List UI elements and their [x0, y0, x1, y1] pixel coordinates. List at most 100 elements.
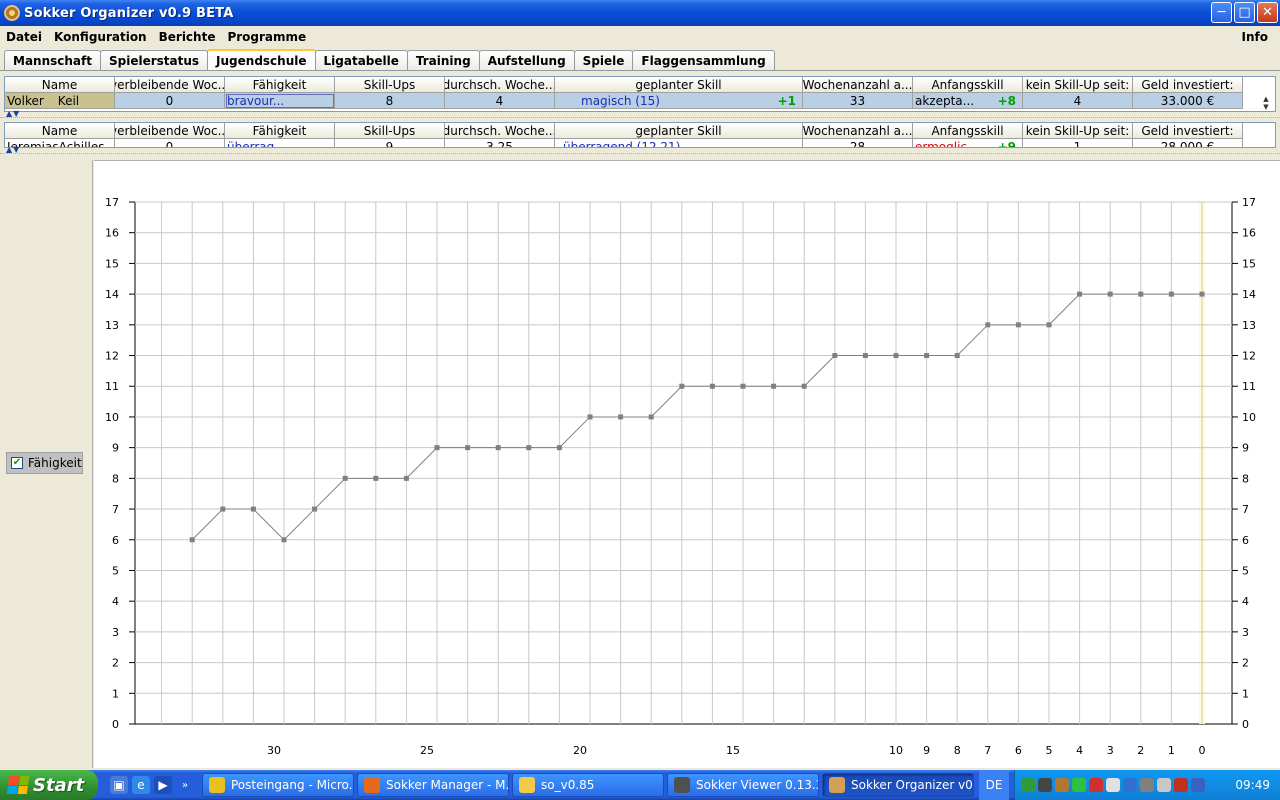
start-skill-cell[interactable]: akzepta... +8 — [913, 93, 1023, 109]
menu-info[interactable]: Info — [1236, 30, 1274, 44]
splitter-1[interactable]: ▲▼ — [0, 109, 1280, 118]
task-sokker-viewer[interactable]: Sokker Viewer 0.13.3 — [667, 773, 819, 797]
start-skill-value: akzepta... — [915, 93, 975, 108]
tab-training[interactable]: Training — [406, 50, 480, 70]
start-button[interactable]: Start — [0, 770, 98, 800]
menu-konfiguration[interactable]: Konfiguration — [48, 30, 153, 44]
task-sokker-organizer[interactable]: Sokker Organizer v0... — [822, 773, 974, 797]
splitter-2[interactable]: ▲▼ — [0, 145, 1280, 154]
menu-datei[interactable]: Datei — [0, 30, 48, 44]
table-row[interactable]: Volker Keil 0 bravour... 8 4 magisch (15… — [5, 93, 1275, 109]
splitter-arrows-icon[interactable]: ▲▼ — [6, 145, 20, 154]
minimize-button[interactable]: ─ — [1211, 2, 1232, 23]
col-header-weeks-left[interactable]: verbleibende Woc... — [115, 123, 225, 139]
table-scroll-arrows[interactable]: ▲ ▼ — [1259, 95, 1273, 111]
col-header-money[interactable]: Geld investiert: — [1133, 123, 1243, 139]
col-header-avg-weeks[interactable]: durchsch. Woche... — [445, 123, 555, 139]
y-tick-label-right: 14 — [1242, 288, 1256, 301]
tray-app-icon[interactable] — [1038, 778, 1052, 792]
tab-jugendschule[interactable]: Jugendschule — [207, 49, 316, 70]
data-point — [434, 445, 440, 451]
language-indicator[interactable]: DE — [979, 770, 1009, 800]
network-icon[interactable] — [1191, 778, 1205, 792]
splitter-arrows-icon[interactable]: ▲▼ — [6, 109, 20, 118]
skill-ups-cell[interactable]: 8 — [335, 93, 445, 109]
col-header-name[interactable]: Name — [5, 77, 115, 93]
weeks-count-cell[interactable]: 28 — [803, 139, 913, 147]
player-last-name: Keil — [57, 93, 80, 108]
maximize-button[interactable]: □ — [1234, 2, 1255, 23]
tray-app-icon[interactable] — [1072, 778, 1086, 792]
tray-app-icon[interactable] — [1055, 778, 1069, 792]
tab-ligatabelle[interactable]: Ligatabelle — [314, 50, 408, 70]
tray-app-icon[interactable] — [1089, 778, 1103, 792]
task-folder[interactable]: so_v0.85 — [512, 773, 664, 797]
close-button[interactable]: ✕ — [1257, 2, 1278, 23]
internet-explorer-icon[interactable]: e — [132, 776, 150, 794]
avg-weeks-cell[interactable]: 4 — [445, 93, 555, 109]
player-name-cell[interactable]: Jeremias Achilles — [5, 139, 115, 147]
checkmark-icon[interactable]: ✔ — [11, 457, 23, 469]
money-cell[interactable]: 33.000 € — [1133, 93, 1243, 109]
menu-berichte[interactable]: Berichte — [153, 30, 222, 44]
chevron-right-icon[interactable]: » — [176, 776, 194, 794]
col-header-skill-ups[interactable]: Skill-Ups — [335, 77, 445, 93]
weeks-count-cell[interactable]: 33 — [803, 93, 913, 109]
weeks-left-cell[interactable]: 0 — [115, 93, 225, 109]
y-tick-label-right: 5 — [1242, 564, 1249, 577]
skill-cell[interactable]: bravour... — [225, 93, 335, 109]
col-header-avg-weeks[interactable]: durchsch. Woche... — [445, 77, 555, 93]
player-name-cell[interactable]: Volker Keil — [5, 93, 115, 109]
col-header-skill[interactable]: Fähigkeit — [225, 123, 335, 139]
col-header-skill-ups[interactable]: Skill-Ups — [335, 123, 445, 139]
tab-flaggensammlung[interactable]: Flaggensammlung — [632, 50, 775, 70]
table-row[interactable]: Jeremias Achilles 0 überrag... 9 3,25 üb… — [5, 139, 1275, 147]
avg-weeks-cell[interactable]: 3,25 — [445, 139, 555, 147]
col-header-start-skill[interactable]: Anfangsskill — [913, 123, 1023, 139]
start-skill-cell[interactable]: ermoglic... +9 — [913, 139, 1023, 147]
tray-app-icon[interactable] — [1174, 778, 1188, 792]
col-header-no-skillup[interactable]: kein Skill-Up seit: — [1023, 77, 1133, 93]
data-point — [1077, 291, 1083, 297]
tab-aufstellung[interactable]: Aufstellung — [478, 50, 575, 70]
y-tick-label-right: 8 — [1242, 472, 1249, 485]
planned-skill-cell[interactable]: magisch (15) +1 — [555, 93, 803, 109]
skill-ups-cell[interactable]: 9 — [335, 139, 445, 147]
tab-mannschaft[interactable]: Mannschaft — [4, 50, 101, 70]
tray-app-icon[interactable] — [1140, 778, 1154, 792]
col-header-planned-skill[interactable]: geplanter Skill — [555, 123, 803, 139]
col-header-name[interactable]: Name — [5, 123, 115, 139]
skill-cell[interactable]: überrag... — [225, 139, 335, 147]
no-skillup-cell[interactable]: 4 — [1023, 93, 1133, 109]
speaker-icon[interactable] — [1157, 778, 1171, 792]
app-icon — [4, 5, 20, 21]
weeks-left-cell[interactable]: 0 — [115, 139, 225, 147]
task-label: Sokker Manager - M... — [386, 778, 509, 792]
table-header: Name verbleibende Woc... Fähigkeit Skill… — [5, 123, 1275, 139]
task-outlook[interactable]: Posteingang - Micro... — [202, 773, 354, 797]
col-header-weeks-count[interactable]: Wochenanzahl a... — [803, 77, 913, 93]
tray-app-icon[interactable] — [1123, 778, 1137, 792]
data-point — [648, 414, 654, 420]
col-header-planned-skill[interactable]: geplanter Skill — [555, 77, 803, 93]
col-header-money[interactable]: Geld investiert: — [1133, 77, 1243, 93]
tray-app-icon[interactable] — [1106, 778, 1120, 792]
skill-checkbox[interactable]: ✔ Fähigkeit — [6, 452, 83, 474]
no-skillup-cell[interactable]: 1 — [1023, 139, 1133, 147]
money-cell[interactable]: 28.000 € — [1133, 139, 1243, 147]
data-point — [1046, 322, 1052, 328]
col-header-weeks-left[interactable]: verbleibende Woc... — [115, 77, 225, 93]
task-firefox[interactable]: Sokker Manager - M... — [357, 773, 509, 797]
media-player-icon[interactable]: ▶ — [154, 776, 172, 794]
col-header-no-skillup[interactable]: kein Skill-Up seit: — [1023, 123, 1133, 139]
planned-skill-cell[interactable]: überragend (12,21) — [555, 139, 803, 147]
col-header-start-skill[interactable]: Anfangsskill — [913, 77, 1023, 93]
menu-programme[interactable]: Programme — [221, 30, 312, 44]
tab-spielerstatus[interactable]: Spielerstatus — [99, 50, 209, 70]
show-desktop-icon[interactable]: ▣ — [110, 776, 128, 794]
y-tick-label-right: 6 — [1242, 534, 1249, 547]
col-header-skill[interactable]: Fähigkeit — [225, 77, 335, 93]
tab-spiele[interactable]: Spiele — [573, 50, 634, 70]
tray-app-icon[interactable] — [1021, 778, 1035, 792]
col-header-weeks-count[interactable]: Wochenanzahl a... — [803, 123, 913, 139]
